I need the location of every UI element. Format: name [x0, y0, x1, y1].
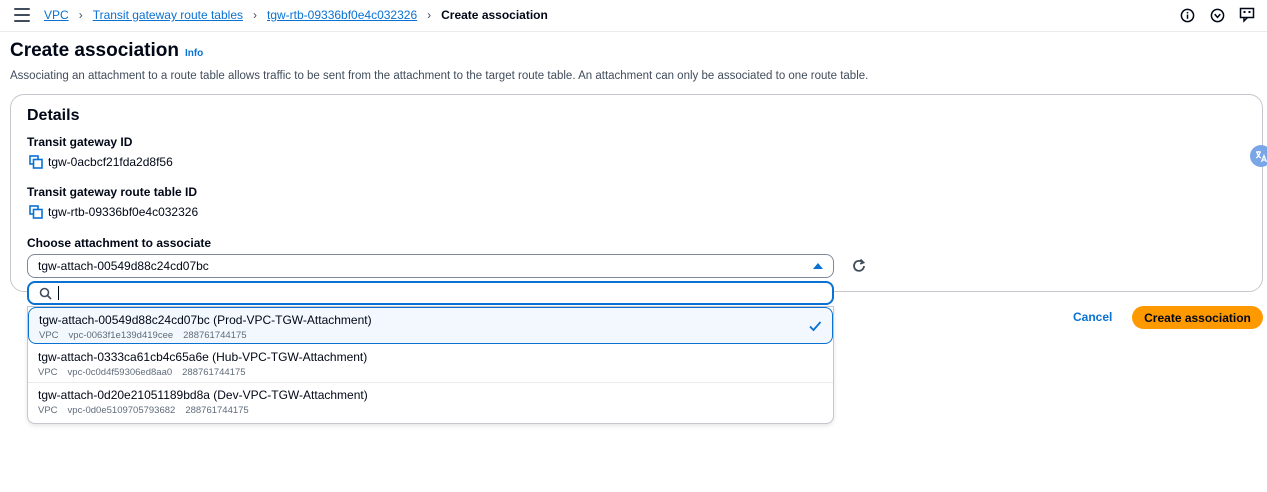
- page-header: Create association Info: [10, 40, 203, 62]
- top-icons: [1179, 7, 1255, 23]
- attachment-search[interactable]: [27, 281, 834, 305]
- page-description: Associating an attachment to a route tab…: [10, 70, 869, 82]
- option-title: tgw-attach-00549d88c24cd07bc (Prod-VPC-T…: [39, 313, 372, 327]
- option-title: tgw-attach-0333ca61cb4c65a6e (Hub-VPC-TG…: [38, 350, 368, 364]
- refresh-icon[interactable]: [850, 257, 868, 275]
- chevron-right-icon: ›: [427, 8, 432, 22]
- option-account: 288761744175: [183, 330, 247, 341]
- rtb-id-value: tgw-rtb-09336bf0e4c032326: [29, 205, 198, 219]
- translate-icon[interactable]: [1250, 145, 1267, 167]
- option-account: 288761744175: [182, 367, 246, 378]
- create-association-button[interactable]: Create association: [1132, 306, 1263, 329]
- option-vpc: vpc-0d0e5109705793682: [67, 405, 176, 416]
- search-icon: [39, 287, 52, 300]
- breadcrumb-route-tables[interactable]: Transit gateway route tables: [93, 8, 243, 22]
- option-type: VPC: [38, 367, 58, 378]
- dropdown-option-dev[interactable]: tgw-attach-0d20e21051189bd8a (Dev-VPC-TG…: [28, 383, 833, 420]
- option-title: tgw-attach-0d20e21051189bd8a (Dev-VPC-TG…: [38, 388, 368, 402]
- rtb-id-label: Transit gateway route table ID: [27, 185, 198, 199]
- breadcrumb-route-table-id[interactable]: tgw-rtb-09336bf0e4c032326: [267, 8, 417, 22]
- chevron-right-icon: ›: [78, 8, 83, 22]
- tgw-id-value: tgw-0acbcf21fda2d8f56: [29, 155, 173, 169]
- option-vpc: vpc-0c0d4f59306ed8aa0: [67, 367, 173, 378]
- tgw-id-text: tgw-0acbcf21fda2d8f56: [48, 155, 173, 169]
- info-circle-icon[interactable]: [1179, 7, 1195, 23]
- option-meta: VPC vpc-0c0d4f59306ed8aa0 288761744175: [38, 367, 823, 378]
- menu-icon[interactable]: [14, 8, 30, 22]
- cancel-button[interactable]: Cancel: [1073, 310, 1112, 324]
- option-type: VPC: [39, 330, 59, 341]
- chevron-right-icon: ›: [253, 8, 257, 22]
- attachment-select-value: tgw-attach-00549d88c24cd07bc: [38, 259, 209, 273]
- dropdown-option-hub[interactable]: tgw-attach-0333ca61cb4c65a6e (Hub-VPC-TG…: [28, 345, 833, 382]
- top-bar: VPC › Transit gateway route tables › tgw…: [0, 0, 1267, 32]
- caret-up-icon: [813, 263, 823, 269]
- info-link[interactable]: Info: [185, 48, 203, 59]
- details-heading: Details: [27, 107, 80, 124]
- tgw-id-label: Transit gateway ID: [27, 135, 133, 149]
- feedback-icon[interactable]: [1239, 7, 1255, 23]
- option-type: VPC: [38, 405, 58, 416]
- breadcrumb-vpc[interactable]: VPC: [44, 8, 69, 22]
- text-cursor: [58, 286, 59, 300]
- option-vpc: vpc-0063f1e139d419cee: [68, 330, 174, 341]
- breadcrumb: VPC › Transit gateway route tables › tgw…: [44, 8, 548, 22]
- breadcrumb-current: Create association: [441, 8, 548, 22]
- option-meta: VPC vpc-0d0e5109705793682 288761744175: [38, 405, 823, 416]
- dropdown-option-prod[interactable]: tgw-attach-00549d88c24cd07bc (Prod-VPC-T…: [28, 307, 833, 344]
- attachment-label: Choose attachment to associate: [27, 236, 212, 250]
- check-icon: [809, 321, 822, 332]
- attachment-dropdown: tgw-attach-00549d88c24cd07bc (Prod-VPC-T…: [27, 306, 834, 424]
- copy-icon[interactable]: [29, 205, 43, 219]
- rtb-id-text: tgw-rtb-09336bf0e4c032326: [48, 205, 199, 219]
- option-meta: VPC vpc-0063f1e139d419cee 288761744175: [39, 330, 822, 341]
- attachment-select[interactable]: tgw-attach-00549d88c24cd07bc: [27, 254, 834, 278]
- copy-icon[interactable]: [29, 155, 43, 169]
- option-account: 288761744175: [185, 405, 249, 416]
- page-title: Create association: [10, 40, 179, 61]
- security-icon[interactable]: [1209, 7, 1225, 23]
